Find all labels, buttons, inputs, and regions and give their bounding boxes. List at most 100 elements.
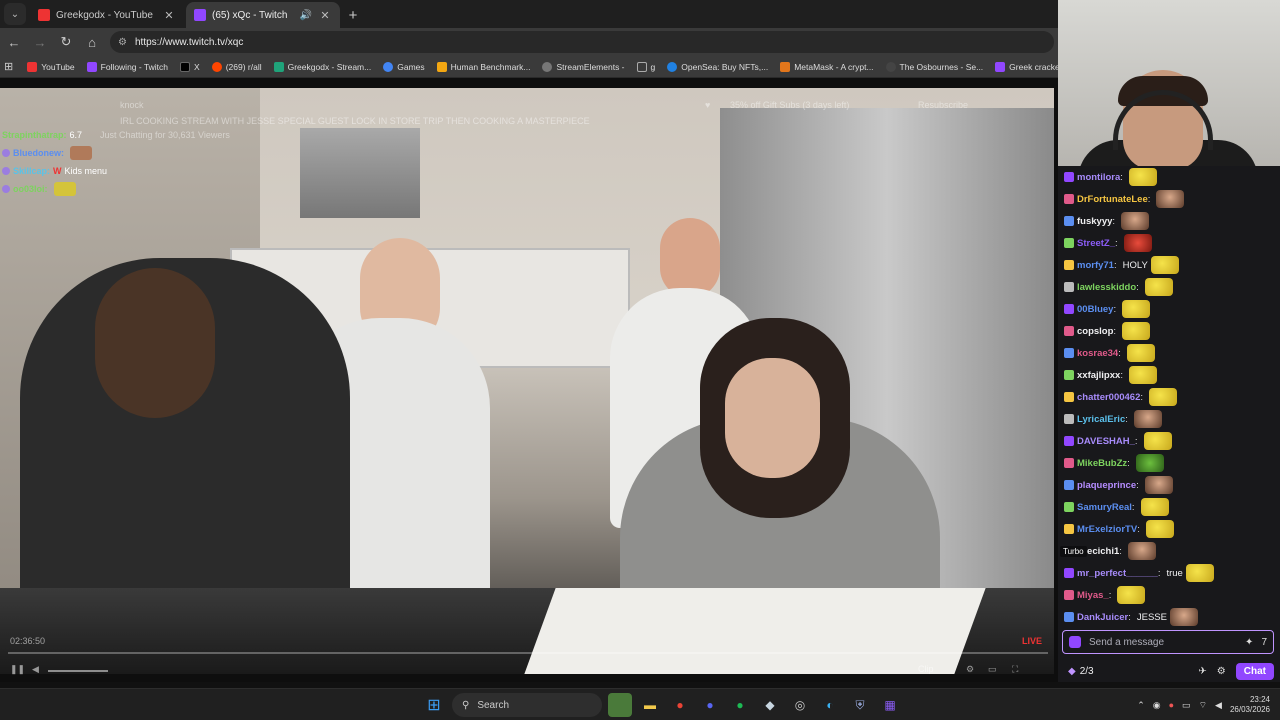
badge-icon[interactable] (1064, 216, 1074, 226)
file-explorer-icon[interactable]: ▬ (638, 693, 662, 717)
chat-username[interactable]: DrFortunateLee (1077, 194, 1148, 205)
steam-icon[interactable]: ◆ (758, 693, 782, 717)
chat-username[interactable]: chatter000462 (1077, 392, 1140, 403)
chat-username[interactable]: 00Bluey (1077, 304, 1113, 315)
clock[interactable]: 23:24 26/03/2026 (1230, 695, 1270, 715)
tab-search-button[interactable]: ⌄ (4, 3, 26, 25)
emote-icon[interactable] (1123, 234, 1152, 252)
progress-bar[interactable] (8, 652, 1048, 654)
emote-icon[interactable] (1140, 498, 1169, 516)
badge-icon[interactable] (1064, 458, 1074, 468)
reload-button[interactable]: ↻ (54, 30, 78, 54)
speaker-icon[interactable]: ◀ (1215, 700, 1222, 711)
bookmark-human-benchmark[interactable]: Human Benchmark... (431, 61, 537, 72)
close-icon[interactable]: ✕ (318, 9, 332, 22)
badge-icon[interactable] (1064, 260, 1074, 270)
chrome-icon[interactable]: ● (668, 693, 692, 717)
gift-subs-button[interactable]: 35% off Gift Subs (3 days left) (730, 100, 849, 110)
seventv-icon[interactable]: 7 (1261, 637, 1267, 648)
emote-icon[interactable] (1121, 212, 1150, 230)
chat-send-button[interactable]: Chat (1235, 662, 1274, 680)
bookmark-osbournes[interactable]: The Osbournes - Se... (880, 61, 990, 72)
close-icon[interactable]: ✕ (162, 9, 176, 22)
fullscreen-icon[interactable]: ⛶ (1012, 664, 1018, 675)
grid-app-icon[interactable]: ▦ (878, 693, 902, 717)
monitor-icon[interactable]: ▭ (1182, 700, 1191, 711)
badge-icon[interactable] (1064, 348, 1074, 358)
bookmark-reddit[interactable]: (269) r/all (206, 61, 268, 72)
emote-icon[interactable] (1143, 432, 1172, 450)
bookmark-folder-g[interactable]: g (631, 61, 662, 72)
volume-icon[interactable]: ◀ (32, 664, 39, 675)
home-button[interactable]: ⌂ (80, 30, 104, 54)
tab-twitch[interactable]: (65) xQc - Twitch 🔊 ✕ (186, 2, 340, 28)
discord-icon[interactable]: ● (698, 693, 722, 717)
chat-username[interactable]: montilora (1077, 172, 1120, 183)
emote-icon[interactable] (1128, 168, 1157, 186)
chat-username[interactable]: kosrae34 (1077, 348, 1118, 359)
badge-icon[interactable] (1064, 524, 1074, 534)
shield-icon[interactable]: ⛨ (848, 693, 872, 717)
chat-username[interactable]: StreetZ_ (1077, 238, 1115, 249)
chat-username[interactable]: LyricalEric (1077, 414, 1125, 425)
taskbar-search[interactable]: ⚲ Search (452, 693, 602, 717)
new-tab-button[interactable]: + (342, 4, 364, 26)
bookmark-x[interactable]: X (174, 61, 206, 72)
network-icon[interactable]: ◉ (1153, 700, 1161, 711)
emote-icon[interactable] (1150, 256, 1179, 274)
emote-icon[interactable] (1122, 322, 1151, 340)
prediction-icon[interactable]: ✈ (1198, 666, 1206, 677)
bookmark-greekgodx-stream[interactable]: Greekgodx - Stream... (268, 61, 378, 72)
chat-username[interactable]: xxfajlipxx (1077, 370, 1120, 381)
badge-icon[interactable] (1064, 326, 1074, 336)
chat-username[interactable]: DAVESHAH_ (1077, 436, 1135, 447)
emote-icon[interactable] (1128, 366, 1157, 384)
channel-points[interactable]: ◆ 2/3 (1068, 666, 1094, 677)
badge-icon[interactable] (1064, 568, 1074, 578)
clip-button[interactable]: Clip (918, 664, 934, 674)
emote-icon[interactable] (1185, 564, 1214, 582)
chat-settings-icon[interactable]: ⚙ (1217, 666, 1226, 677)
badge-icon[interactable] (1064, 480, 1074, 490)
bookmark-following-twitch[interactable]: Following - Twitch (81, 61, 174, 72)
chat-username[interactable]: copslop (1077, 326, 1113, 337)
badge-icon[interactable] (1064, 612, 1074, 622)
chat-username[interactable]: Miyas_ (1077, 590, 1109, 601)
bookmark-opensea[interactable]: OpenSea: Buy NFTs,... (661, 61, 774, 72)
emote-icon[interactable] (1144, 278, 1173, 296)
bookmark-games[interactable]: Games (377, 61, 430, 72)
emote-icon[interactable] (1135, 454, 1164, 472)
settings-icon[interactable]: ⚙ (966, 664, 974, 675)
badge-icon[interactable] (1064, 172, 1074, 182)
emote-picker-icon[interactable]: ✦ (1245, 637, 1253, 648)
bookmark-streamelements[interactable]: StreamElements - (536, 61, 630, 72)
forward-button[interactable]: → (28, 30, 52, 54)
chat-username[interactable]: plaqueprince (1077, 480, 1136, 491)
resubscribe-button[interactable]: Resubscribe (918, 100, 968, 110)
chat-username[interactable]: SamuryReal (1077, 502, 1132, 513)
emote-icon[interactable] (1122, 300, 1151, 318)
bookmark-greek-cracked[interactable]: Greek cracked - Twi... (989, 61, 1058, 72)
emote-icon[interactable] (1156, 190, 1185, 208)
emote-icon[interactable] (1169, 608, 1198, 626)
chat-input[interactable]: Send a message ✦ 7 (1062, 630, 1274, 654)
pause-button[interactable]: ❚❚ (10, 664, 25, 675)
badge-icon[interactable] (1064, 370, 1074, 380)
apps-icon[interactable]: ⊞ (4, 60, 13, 73)
site-info-icon[interactable]: ⚙ (118, 37, 127, 48)
chat-username[interactable]: DankJuicer (1077, 612, 1128, 623)
badge-icon[interactable] (1064, 304, 1074, 314)
chat-username[interactable]: mr_perfect______ (1077, 568, 1158, 579)
chat-username[interactable]: MrExelziorTV (1077, 524, 1137, 535)
emote-icon[interactable] (1145, 520, 1174, 538)
bookmark-metamask[interactable]: MetaMask - A crypt... (774, 61, 879, 72)
chat-username[interactable]: lawlesskiddo (1077, 282, 1136, 293)
emote-icon[interactable] (1133, 410, 1162, 428)
mic-icon[interactable]: ● (1169, 700, 1174, 710)
chat-username[interactable]: morfy71 (1077, 260, 1114, 271)
address-bar[interactable]: ⚙ https://www.twitch.tv/xqc (110, 31, 1054, 53)
badge-icon[interactable] (1064, 194, 1074, 204)
chat-username[interactable]: MikeBubZz (1077, 458, 1127, 469)
speaker-icon[interactable]: 🔊 (300, 10, 312, 21)
badge-icon[interactable] (1064, 590, 1074, 600)
